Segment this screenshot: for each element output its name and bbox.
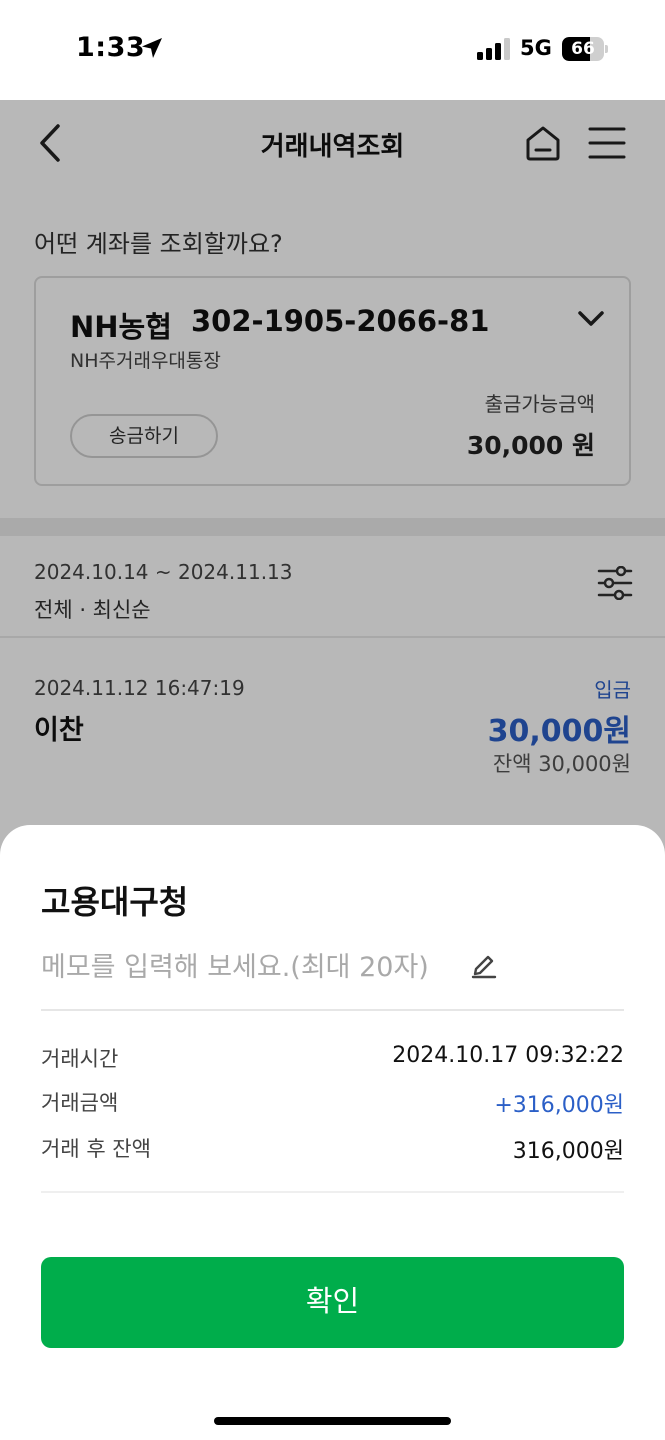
- detail-label-time: 거래시간: [41, 1047, 119, 1071]
- cellular-signal-icon: [477, 38, 510, 60]
- status-time: 1:33: [76, 32, 146, 63]
- divider: [41, 1009, 624, 1011]
- detail-value-balance: 316,000원: [512, 1139, 624, 1164]
- network-type: 5G: [520, 36, 552, 60]
- detail-label-balance: 거래 후 잔액: [41, 1137, 151, 1161]
- battery-level: 66: [571, 39, 595, 59]
- detail-value-amount: +316,000원: [494, 1093, 624, 1118]
- location-arrow-icon: [142, 38, 162, 58]
- sheet-title: 고용대구청: [41, 883, 189, 921]
- detail-value-time: 2024.10.17 09:32:22: [392, 1043, 624, 1068]
- detail-label-amount: 거래금액: [41, 1091, 119, 1115]
- battery-icon: 66: [562, 37, 608, 61]
- home-indicator[interactable]: [214, 1417, 451, 1425]
- divider: [41, 1191, 624, 1193]
- pencil-icon[interactable]: [471, 949, 497, 979]
- transaction-detail-sheet: 고용대구청 메모를 입력해 보세요.(최대 20자) 거래시간 2024.10.…: [0, 825, 665, 1440]
- memo-placeholder[interactable]: 메모를 입력해 보세요.(최대 20자): [41, 945, 429, 984]
- status-bar: 1:33 5G 66: [0, 0, 665, 100]
- confirm-button[interactable]: 확인: [41, 1257, 624, 1348]
